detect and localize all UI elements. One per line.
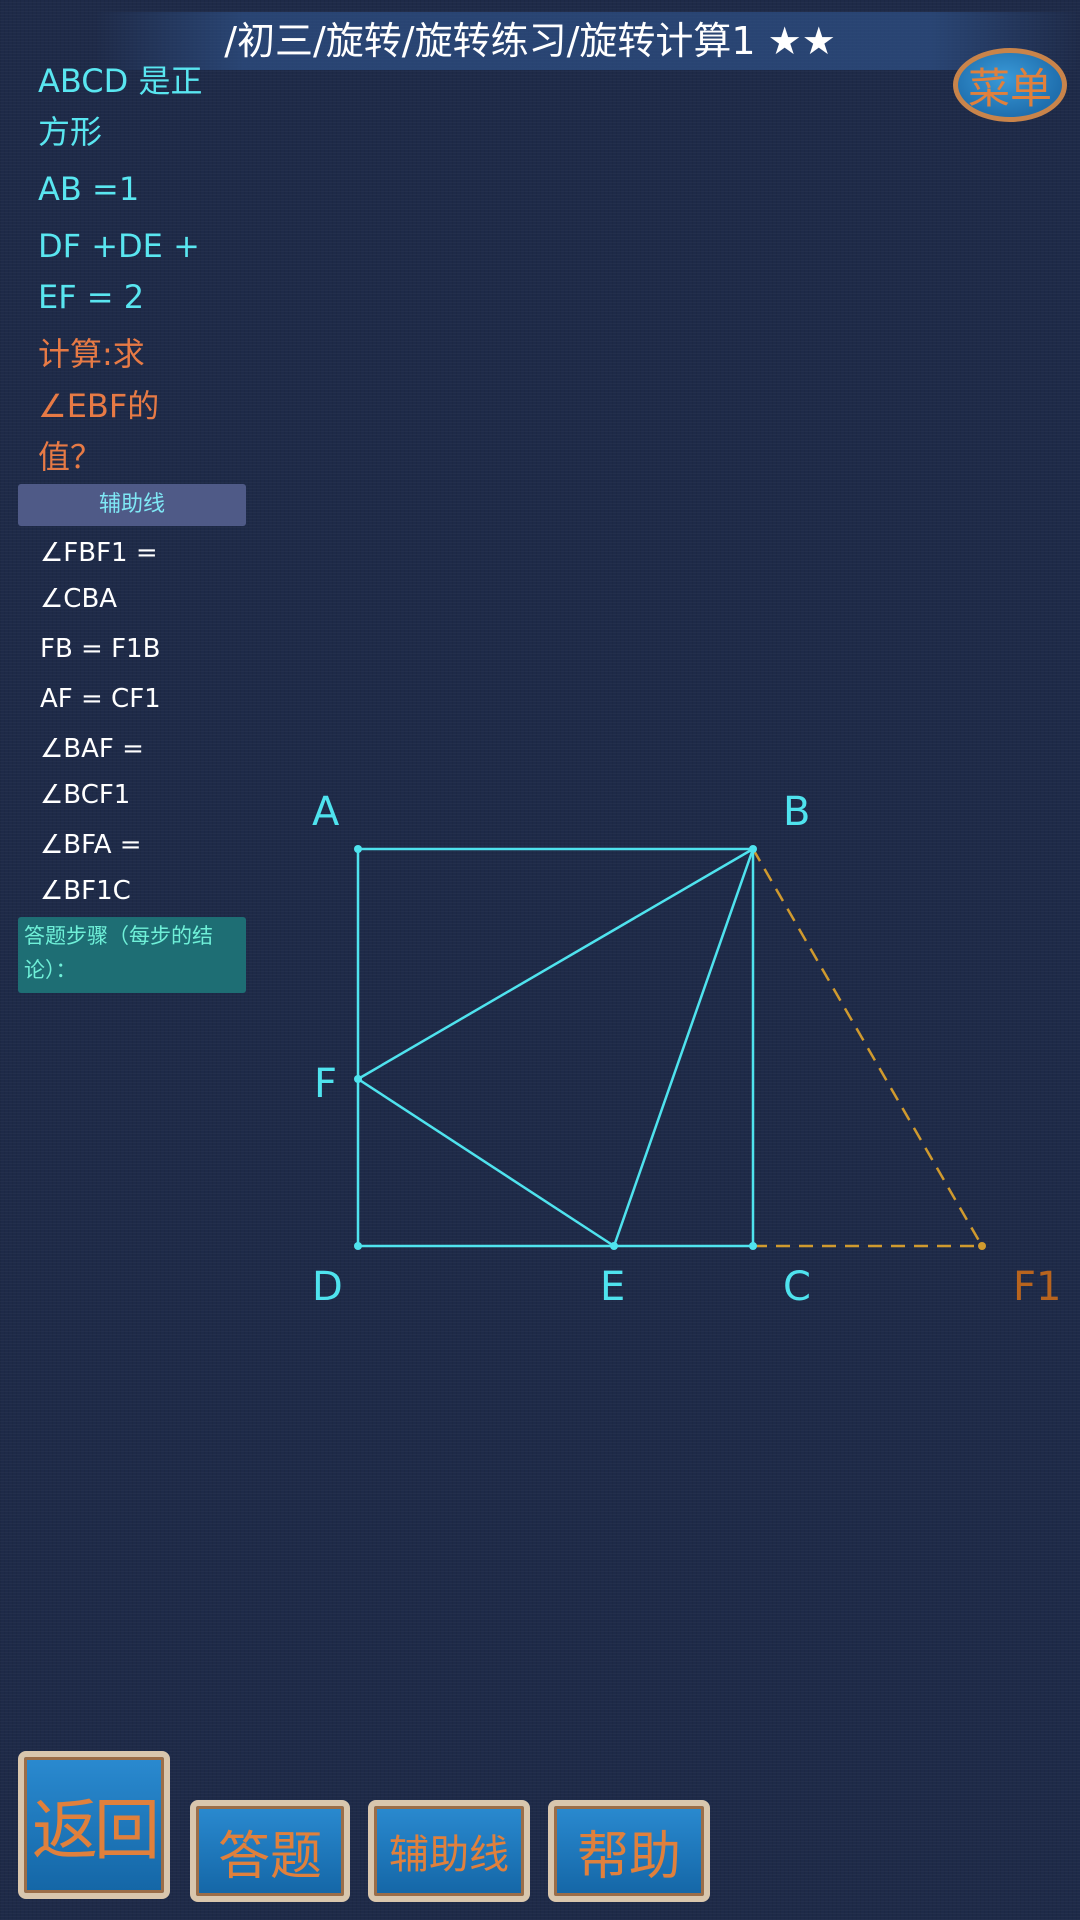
label-B: B: [783, 789, 810, 835]
segment-BF: [357, 847, 754, 1081]
label-A: A: [312, 789, 340, 835]
point-D: [354, 1242, 362, 1250]
help-button[interactable]: 帮助: [548, 1800, 710, 1902]
label-D: D: [312, 1264, 343, 1310]
label-E: E: [600, 1264, 625, 1310]
aux-line-button-label: 辅助线: [389, 1832, 509, 1878]
geometry-figure: A B F D E C F1: [312, 789, 1061, 1310]
segment-BE: [612, 848, 755, 1247]
point-F: [354, 1075, 362, 1083]
answer-button-label: 答题: [217, 1826, 322, 1887]
back-button[interactable]: 返回: [18, 1751, 170, 1899]
label-C: C: [783, 1264, 811, 1310]
help-button-label: 帮助: [576, 1826, 681, 1887]
aux-line-button[interactable]: 辅助线: [368, 1800, 530, 1902]
point-E: [610, 1242, 618, 1250]
back-button-label: 返回: [32, 1792, 160, 1869]
point-C: [749, 1242, 757, 1250]
segment-FE: [357, 1077, 615, 1248]
point-F1: [978, 1242, 986, 1250]
aux-segment-BF1: [751, 848, 984, 1247]
label-F1: F1: [1013, 1264, 1061, 1310]
answer-button[interactable]: 答题: [190, 1800, 350, 1902]
point-B: [749, 845, 757, 853]
label-F: F: [314, 1061, 337, 1107]
point-A: [354, 845, 362, 853]
